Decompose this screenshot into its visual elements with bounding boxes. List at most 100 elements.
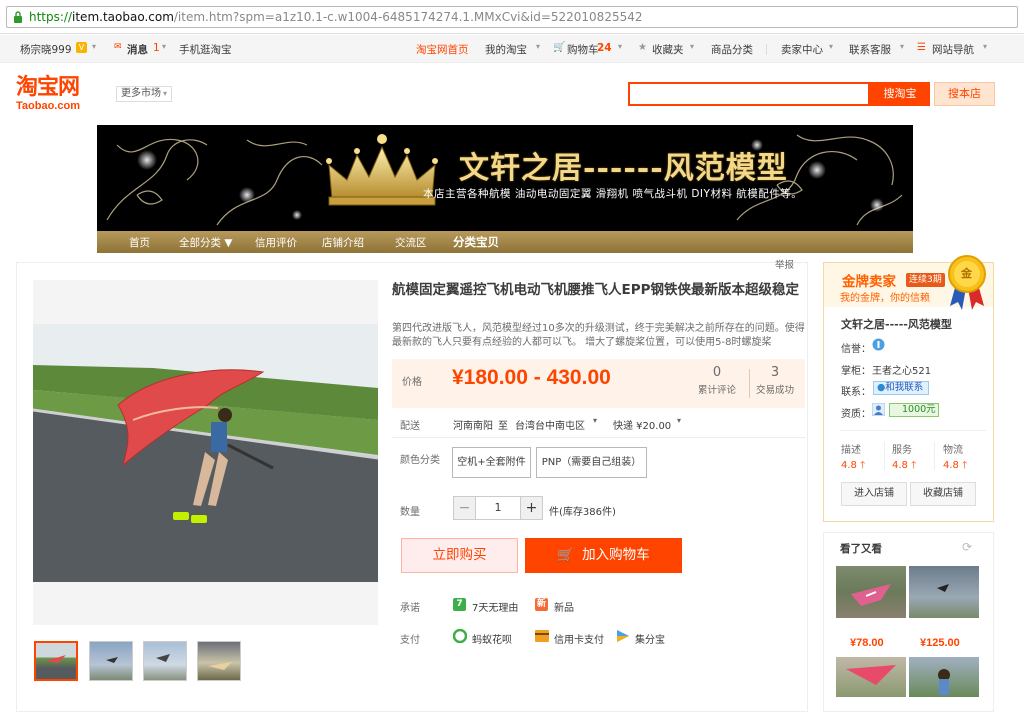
- product-description: 第四代改进版飞人，风范模型经过10多次的升级测试，终于完美解决之前所存在的问题。…: [392, 323, 805, 348]
- url-text: https://item.taobao.com/item.htm?spm=a1z…: [29, 10, 643, 24]
- divider: [392, 437, 806, 438]
- logo-text-cn: 淘宝网: [16, 74, 80, 100]
- minus-button[interactable]: −: [454, 497, 476, 519]
- shop-nav-about[interactable]: 店铺介绍: [322, 235, 364, 250]
- enter-shop-button[interactable]: 进入店铺: [841, 482, 907, 506]
- chevron-down-icon: ▾: [677, 416, 682, 425]
- site-nav-link[interactable]: 网站导航: [932, 42, 974, 57]
- shop-nav-category-items[interactable]: 分类宝贝: [453, 234, 499, 250]
- seller-center-link[interactable]: 卖家中心: [781, 42, 823, 57]
- contact-me-button[interactable]: ●和我联系: [873, 381, 929, 395]
- chevron-down-icon: ▾: [536, 42, 541, 51]
- option-pnp[interactable]: PNP（需要自己组装）: [536, 447, 647, 478]
- recommended-item[interactable]: [836, 657, 906, 697]
- deposit-amount: 1000元: [902, 404, 936, 415]
- refresh-icon[interactable]: ⟳: [962, 540, 972, 554]
- banner-subtitle: 本店主营各种航模 油动电动固定翼 滑翔机 喷气战斗机 DIY材料 航模配件等。: [423, 188, 803, 200]
- categories-link[interactable]: 商品分类: [711, 42, 753, 57]
- recommended-item[interactable]: [836, 566, 906, 618]
- credit-label: 信誉：: [841, 344, 871, 355]
- buy-now-button[interactable]: 立即购买: [401, 538, 518, 573]
- shop-nav-forum[interactable]: 交流区: [395, 235, 427, 250]
- gold-years-badge: 连续3期: [906, 273, 945, 287]
- shop-nav-home[interactable]: 首页: [129, 235, 150, 250]
- contact-label: 联系：: [841, 387, 871, 398]
- contact-service-link[interactable]: 联系客服: [849, 42, 891, 57]
- pay-jifenbao[interactable]: 集分宝: [635, 631, 665, 646]
- chevron-down-icon: ▾: [593, 416, 598, 425]
- lock-icon: [14, 11, 22, 23]
- shop-nav-reviews[interactable]: 信用评价: [255, 235, 297, 250]
- shop-nav-all-categories[interactable]: 全部分类 ▼: [179, 235, 232, 250]
- messages-link[interactable]: 消息: [127, 42, 148, 57]
- cart-icon: 🛒: [553, 42, 566, 53]
- ship-to-selector[interactable]: 台湾台中南屯区: [515, 417, 585, 432]
- stock-text: 件(库存386件): [549, 507, 616, 518]
- vip-badge-icon: V: [76, 42, 87, 53]
- huabei-icon: [453, 629, 467, 643]
- taobao-home-link[interactable]: 淘宝网首页: [416, 42, 469, 57]
- pay-huabei[interactable]: 蚂蚁花呗: [472, 631, 512, 646]
- cart-link[interactable]: 购物车: [567, 42, 599, 57]
- chevron-down-icon: ▾: [983, 42, 988, 51]
- shop-name[interactable]: 文轩之居-----风范模型: [841, 316, 952, 332]
- shop-banner: 文轩之居------风范模型 本店主营各种航模 油动电动固定翼 滑翔机 喷气战斗…: [97, 125, 913, 231]
- dsr-service: 服务 4.8 🡑: [892, 441, 916, 475]
- verified-person-icon: [872, 403, 885, 416]
- manager-name[interactable]: 王者之心521: [872, 362, 931, 377]
- pay-credit-card[interactable]: 信用卡支付: [554, 631, 604, 646]
- url-input[interactable]: https://item.taobao.com/item.htm?spm=a1z…: [6, 6, 1018, 28]
- chevron-down-icon: ▾: [618, 42, 623, 51]
- dsr-score: 4.8 🡑: [892, 460, 917, 471]
- credit-level-icon: [872, 338, 885, 351]
- product-thumbnail[interactable]: [197, 641, 241, 681]
- color-label: 颜色分类: [400, 455, 440, 466]
- taobao-logo[interactable]: 淘宝网 Taobao.com: [16, 75, 100, 115]
- report-link[interactable]: 举报: [775, 257, 794, 271]
- dsr-description: 描述 4.8 🡑: [841, 441, 865, 475]
- chevron-down-icon: ▾: [900, 42, 905, 51]
- see-also-title: 看了又看: [840, 543, 882, 555]
- quantity-label: 数量: [400, 507, 420, 518]
- add-to-cart-button[interactable]: 🛒 加入购物车: [525, 538, 682, 573]
- search-input[interactable]: [628, 82, 870, 106]
- username-link[interactable]: 杨宗晓999: [20, 42, 72, 57]
- search-shop-button[interactable]: 搜本店: [934, 82, 995, 106]
- favorites-link[interactable]: 收藏夹: [652, 42, 684, 57]
- express-fee[interactable]: 快递 ¥20.00: [613, 417, 671, 432]
- cart-count: 24: [597, 42, 612, 54]
- star-icon: ★: [638, 42, 647, 53]
- recommended-item[interactable]: [909, 657, 979, 697]
- ship-from: 河南南阳: [453, 421, 493, 432]
- reviews-stat[interactable]: 0 累计评论: [692, 365, 742, 396]
- payment-label: 支付: [400, 635, 420, 646]
- medal-text: 金: [961, 267, 972, 280]
- plus-button[interactable]: +: [520, 497, 542, 519]
- option-full-kit[interactable]: 空机+全套附件: [452, 447, 531, 478]
- my-taobao-link[interactable]: 我的淘宝: [485, 42, 527, 57]
- credit-card-icon: [535, 630, 549, 642]
- cart-icon: 🛒: [557, 547, 575, 563]
- chevron-down-icon: ▾: [162, 42, 167, 51]
- price-value: ¥180.00 - 430.00: [452, 366, 611, 389]
- divider: [766, 44, 767, 55]
- main-product-image[interactable]: [32, 280, 379, 625]
- favorite-shop-button[interactable]: 收藏店铺: [910, 482, 976, 506]
- dsr-score: 4.8 🡑: [841, 460, 866, 471]
- new-item[interactable]: 新品: [554, 599, 574, 614]
- product-photo: [32, 324, 379, 582]
- more-markets-dropdown[interactable]: 更多市场 ▾: [116, 86, 173, 102]
- dsr-score: 4.8 🡑: [943, 460, 968, 471]
- contact-me-label: 和我联系: [885, 382, 924, 393]
- product-thumbnail[interactable]: [143, 641, 187, 681]
- product-thumbnail[interactable]: [89, 641, 133, 681]
- product-thumbnail[interactable]: [34, 641, 78, 681]
- quantity-input[interactable]: 1: [476, 497, 520, 519]
- mobile-taobao-link[interactable]: 手机逛淘宝: [179, 42, 232, 57]
- search-taobao-button[interactable]: 搜淘宝: [870, 82, 930, 106]
- add-to-cart-label: 加入购物车: [582, 547, 650, 563]
- dsr-label: 描述: [841, 445, 861, 456]
- jifenbao-icon: [617, 630, 629, 642]
- seven-day-return[interactable]: 7天无理由: [472, 599, 518, 614]
- recommended-item[interactable]: [909, 566, 979, 618]
